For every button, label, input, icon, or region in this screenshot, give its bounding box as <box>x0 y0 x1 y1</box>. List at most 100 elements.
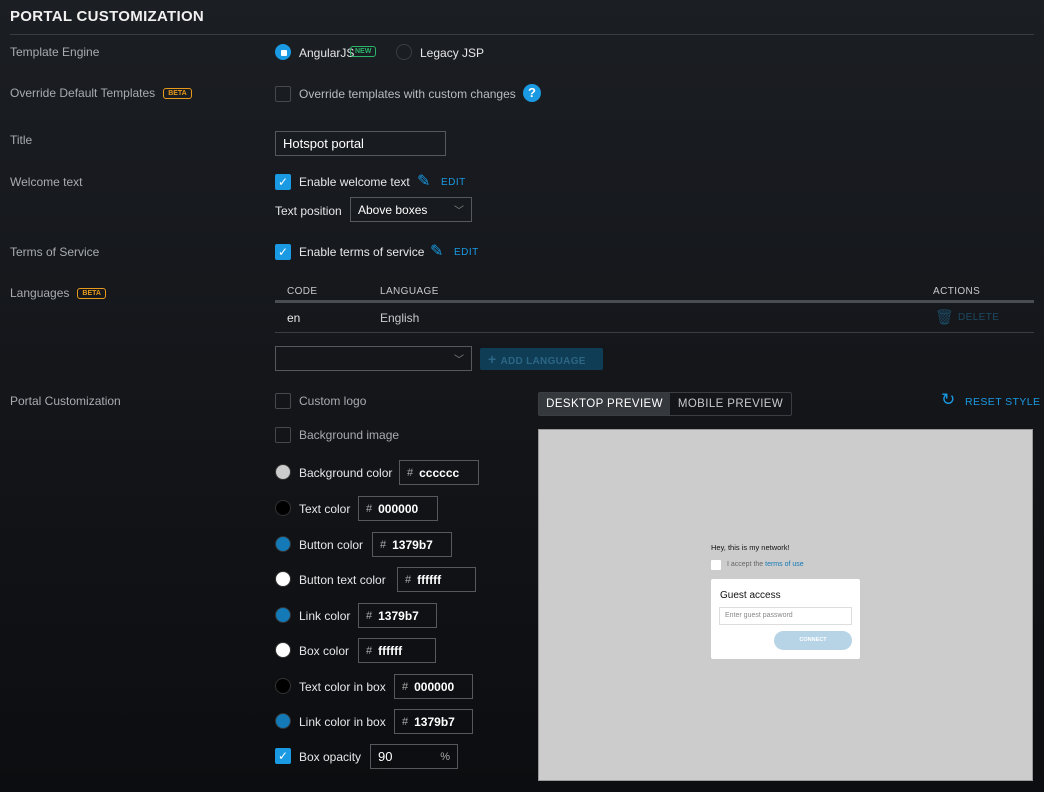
box-opacity-input[interactable]: 90% <box>370 744 458 769</box>
color-hex-value: ffffff <box>417 572 442 587</box>
color-hex-value: 1379b7 <box>392 537 433 552</box>
reset-style-button[interactable]: RESET STYLE <box>965 396 1040 408</box>
languages-label: Languages BETA <box>10 286 106 300</box>
color-label: Link color <box>299 609 351 623</box>
color-label: Text color in box <box>299 680 386 694</box>
reset-icon[interactable]: ↻ <box>941 390 955 410</box>
desktop-preview-pane: Hey, this is my network! I accept the te… <box>538 429 1033 781</box>
text-position-label: Text position <box>275 204 342 218</box>
tab-desktop-preview[interactable]: DESKTOP PREVIEW <box>539 393 670 415</box>
preview-connect-button: CONNECT <box>774 631 852 650</box>
color-label: Background color <box>299 466 393 480</box>
template-engine-label: Template Engine <box>10 45 100 59</box>
custom-logo-checkbox[interactable] <box>275 393 291 409</box>
color-hex-value: 1379b7 <box>414 714 455 729</box>
hash-prefix: # <box>407 466 414 479</box>
trash-icon[interactable]: 🗑 <box>935 308 954 326</box>
preview-box-title: Guest access <box>720 590 781 601</box>
box-opacity-label: Box opacity <box>299 750 362 764</box>
legacy-jsp-radio[interactable] <box>396 44 412 60</box>
box-opacity-checkbox[interactable]: ✓ <box>275 748 291 764</box>
preview-terms-link: terms of use <box>765 561 804 568</box>
beta-badge: BETA <box>163 88 192 100</box>
color-hex-input[interactable]: #000000 <box>358 496 438 521</box>
color-hex-input[interactable]: # ffffff <box>358 638 436 663</box>
col-language: LANGUAGE <box>380 286 439 297</box>
page-title: PORTAL CUSTOMIZATION <box>10 8 205 25</box>
preview-accept-checkbox <box>711 560 721 570</box>
color-hex-value: ffffff <box>378 643 403 658</box>
color-hex-input[interactable]: #1379b7 <box>358 603 437 628</box>
color-swatch[interactable] <box>275 536 291 552</box>
hash-prefix: # <box>405 573 412 586</box>
legacy-jsp-label: Legacy JSP <box>420 46 485 60</box>
hash-prefix: # <box>380 538 387 551</box>
color-hex-input[interactable]: #1379b7 <box>394 709 473 734</box>
preview-accept-text: I accept the terms of use <box>727 561 804 568</box>
portal-customization-label: Portal Customization <box>10 394 121 408</box>
background-image-checkbox[interactable] <box>275 427 291 443</box>
color-swatch[interactable] <box>275 713 291 729</box>
pencil-icon[interactable]: ✎ <box>430 241 443 261</box>
tos-checkbox-label: Enable terms of service <box>299 245 425 259</box>
new-badge: NEW <box>350 46 377 57</box>
color-hex-input[interactable]: #000000 <box>394 674 473 699</box>
col-code: CODE <box>287 286 318 297</box>
add-language-label: ADD LANGUAGE <box>500 356 586 367</box>
hash-prefix: # <box>366 644 373 657</box>
color-label: Box color <box>299 644 350 658</box>
override-checkbox-label: Override templates with custom changes <box>299 87 516 101</box>
edit-tos-link[interactable]: EDIT <box>454 247 479 258</box>
beta-badge: BETA <box>77 288 106 300</box>
plus-icon: + <box>488 351 497 367</box>
color-label: Text color <box>299 502 351 516</box>
color-swatch[interactable] <box>275 607 291 623</box>
language-select[interactable]: ﹀ <box>275 346 472 371</box>
background-image-label: Background image <box>299 428 400 442</box>
percent-unit: % <box>440 750 450 763</box>
color-hex-value: cccccc <box>419 465 460 480</box>
color-hex-input[interactable]: # cccccc <box>399 460 479 485</box>
welcome-text-label: Welcome text <box>10 175 83 189</box>
hash-prefix: # <box>402 680 409 693</box>
color-swatch[interactable] <box>275 642 291 658</box>
color-swatch[interactable] <box>275 500 291 516</box>
add-language-button[interactable]: + ADD LANGUAGE <box>480 348 603 370</box>
welcome-checkbox[interactable]: ✓ <box>275 174 291 190</box>
angularjs-label: AngularJS <box>299 46 355 60</box>
text-position-select[interactable]: Above boxes ﹀ <box>350 197 472 222</box>
color-label: Link color in box <box>299 715 386 729</box>
code-cell: en <box>287 311 301 325</box>
angularjs-radio[interactable] <box>275 44 291 60</box>
box-opacity-value: 90 <box>378 749 393 764</box>
language-cell: English <box>380 311 420 325</box>
custom-logo-label: Custom logo <box>299 394 367 408</box>
override-label: Override Default Templates BETA <box>10 86 192 100</box>
tab-mobile-preview[interactable]: MOBILE PREVIEW <box>670 393 791 415</box>
table-row: en English 🗑 DELETE <box>275 303 1034 333</box>
question-icon[interactable]: ? <box>523 84 541 102</box>
color-label: Button color <box>299 538 364 552</box>
text-position-value: Above boxes <box>358 202 428 217</box>
color-swatch[interactable] <box>275 464 291 480</box>
preview-tabs: DESKTOP PREVIEW MOBILE PREVIEW <box>538 392 792 416</box>
color-swatch[interactable] <box>275 678 291 694</box>
divider <box>10 34 1034 35</box>
hash-prefix: # <box>366 502 373 515</box>
chevron-down-icon: ﹀ <box>454 206 464 217</box>
override-checkbox[interactable] <box>275 86 291 102</box>
color-label: Button text color <box>299 573 386 587</box>
color-swatch[interactable] <box>275 571 291 587</box>
title-input[interactable]: Hotspot portal <box>275 131 446 156</box>
edit-welcome-link[interactable]: EDIT <box>441 177 466 188</box>
color-hex-value: 1379b7 <box>378 608 419 623</box>
color-hex-input[interactable]: #1379b7 <box>372 532 452 557</box>
title-label: Title <box>10 133 33 147</box>
tos-label: Terms of Service <box>10 245 100 259</box>
delete-button[interactable]: DELETE <box>958 312 999 323</box>
welcome-checkbox-label: Enable welcome text <box>299 175 410 189</box>
tos-checkbox[interactable]: ✓ <box>275 244 291 260</box>
override-label-text: Override Default Templates <box>10 86 156 100</box>
pencil-icon[interactable]: ✎ <box>417 171 430 191</box>
color-hex-input[interactable]: # ffffff <box>397 567 476 592</box>
